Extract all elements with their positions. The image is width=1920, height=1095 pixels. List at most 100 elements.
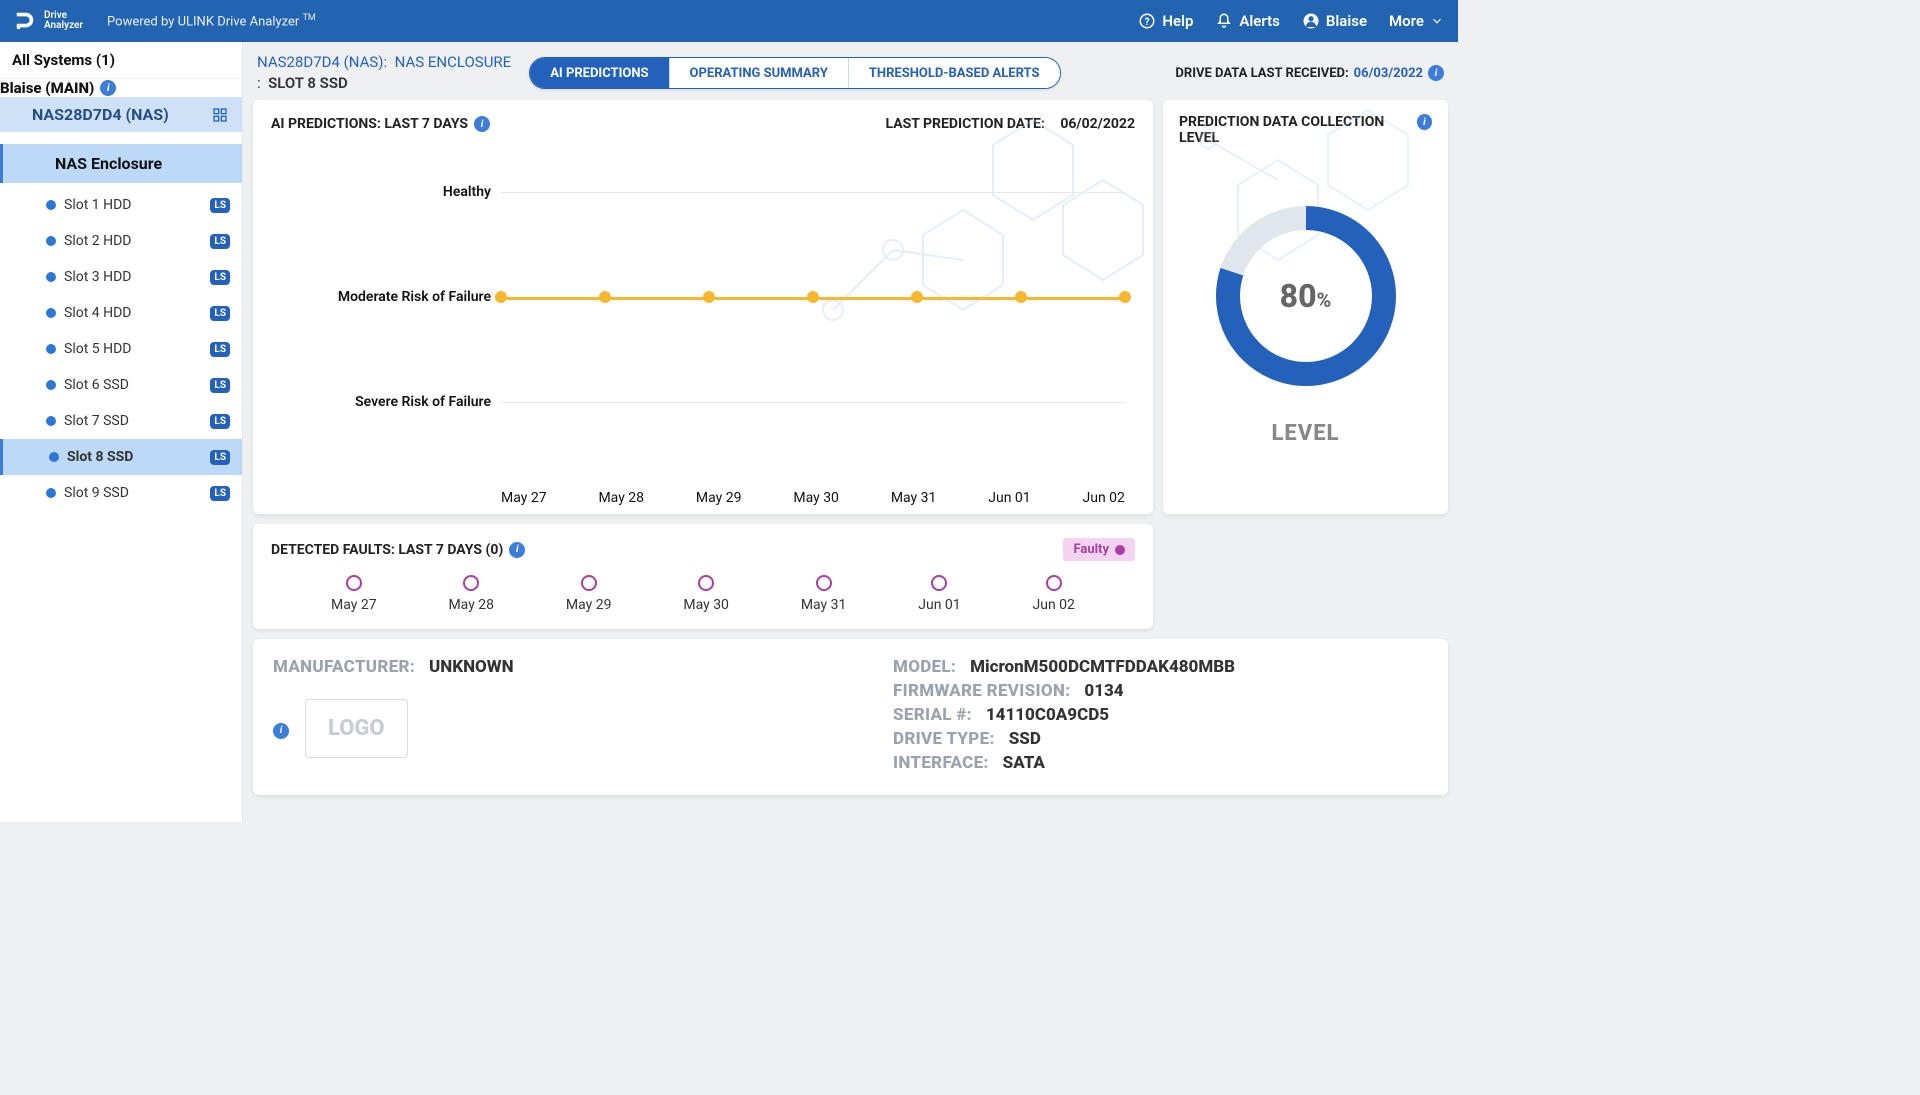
app-logo[interactable]: Drive Analyzer (14, 10, 83, 32)
sidebar-slot-item[interactable]: Slot 3 HDDLS (0, 259, 242, 295)
fault-day: Jun 02 (1033, 575, 1075, 613)
prediction-chart-xaxis: May 27May 28May 29May 30May 31Jun 01Jun … (271, 490, 1135, 506)
chart-xtick: May 27 (501, 490, 547, 506)
sidebar-slot-item[interactable]: Slot 9 SSD LS (0, 475, 242, 511)
nas-node[interactable]: NAS28D7D4 (NAS) (0, 97, 242, 132)
more-menu[interactable]: More (1389, 12, 1444, 30)
info-icon[interactable]: i (100, 80, 116, 96)
interface-value: SATA (1003, 753, 1045, 773)
chart-point (807, 291, 819, 303)
chart-ylabel: Moderate Risk of Failure (291, 289, 491, 305)
chart-xtick: Jun 02 (1083, 490, 1125, 506)
fault-marker-icon (463, 575, 479, 591)
slot-label: Slot 2 HDD (64, 233, 131, 249)
slot-label: Slot 6 SSD (64, 377, 129, 393)
level-word: LEVEL (1179, 421, 1432, 446)
powered-by: Powered by ULINK Drive Analyzer TM (107, 13, 316, 29)
slot-label: Slot 9 SSD (64, 485, 129, 501)
sidebar-slot-item[interactable]: Slot 6 SSD LS (0, 367, 242, 403)
slot-label: Slot 5 HDD (64, 341, 131, 357)
chart-ylabel: Severe Risk of Failure (291, 394, 491, 410)
chart-point (703, 291, 715, 303)
info-icon[interactable]: i (1417, 114, 1432, 130)
detected-faults-card: DETECTED FAULTS: LAST 7 DAYS (0) i Fault… (253, 524, 1153, 629)
info-icon[interactable]: i (1428, 65, 1444, 81)
fault-marker-icon (698, 575, 714, 591)
ls-badge: LS (210, 450, 230, 465)
help-link[interactable]: ? Help (1138, 12, 1193, 30)
fault-day: May 28 (448, 575, 494, 613)
faulty-legend: Faulty (1063, 538, 1135, 561)
main-owner-row[interactable]: Blaise (MAIN) i (0, 78, 242, 97)
chart-xtick: May 28 (598, 490, 644, 506)
info-icon[interactable]: i (474, 116, 490, 132)
sidebar-slot-item[interactable]: Slot 8 SSD LS (0, 439, 242, 475)
sidebar-slot-item[interactable]: Slot 2 HDDLS (0, 223, 242, 259)
tab-ai-predictions[interactable]: AI PREDICTIONS (530, 58, 668, 88)
tab-operating-summary[interactable]: OPERATING SUMMARY (669, 58, 848, 88)
app-logo-icon (14, 10, 36, 32)
tab-threshold-alerts[interactable]: THRESHOLD-BASED ALERTS (848, 58, 1060, 88)
topbar: Drive Analyzer Powered by ULINK Drive An… (0, 0, 1458, 42)
slot-label: Slot 7 SSD (64, 413, 129, 429)
user-menu[interactable]: Blaise (1302, 12, 1367, 30)
fault-day: May 31 (801, 575, 847, 613)
chart-point (495, 291, 507, 303)
serial-value: 14110C0A9CD5 (986, 705, 1109, 725)
status-dot-icon (46, 308, 56, 318)
enclosure-node[interactable]: NAS Enclosure (0, 144, 242, 183)
info-icon[interactable]: i (273, 723, 289, 739)
slot-label: Slot 3 HDD (64, 269, 131, 285)
pred-last-label: LAST PREDICTION DATE: (886, 116, 1045, 132)
ls-badge: LS (210, 414, 230, 429)
model-value: MicronM500DCMTFDDAK480MBB (970, 657, 1235, 677)
fault-marker-icon (346, 575, 362, 591)
sidebar-slot-item[interactable]: Slot 5 HDD LS (0, 331, 242, 367)
chart-point (911, 291, 923, 303)
sidebar-slot-item[interactable]: Slot 7 SSD LS (0, 403, 242, 439)
faults-chart: May 27May 28May 29May 30May 31Jun 01Jun … (271, 561, 1135, 613)
ls-badge: LS (210, 378, 230, 393)
fault-day: May 27 (331, 575, 377, 613)
breadcrumb-enclosure[interactable]: NAS ENCLOSURE (395, 53, 512, 71)
breadcrumb: NAS28D7D4 (NAS): NAS ENCLOSURE : SLOT 8 … (257, 52, 511, 94)
status-dot-icon (46, 488, 56, 498)
drivetype-value: SSD (1009, 729, 1041, 749)
bell-icon (1215, 12, 1233, 30)
chart-point (1119, 291, 1131, 303)
breadcrumb-nas[interactable]: NAS28D7D4 (NAS): (257, 53, 387, 71)
avatar-icon (1302, 12, 1320, 30)
manufacturer-label: MANUFACTURER: (273, 657, 415, 677)
alerts-link[interactable]: Alerts (1215, 12, 1280, 30)
ls-badge: LS (210, 486, 230, 501)
grid-icon[interactable] (212, 107, 228, 123)
ls-badge: LS (210, 342, 230, 357)
chart-xtick: May 30 (793, 490, 839, 506)
slot-label: Slot 8 SSD (67, 449, 133, 465)
status-dot-icon (46, 344, 56, 354)
slot-label: Slot 4 HDD (64, 305, 131, 321)
level-percent: 80 (1280, 277, 1317, 315)
chart-xtick: May 29 (696, 490, 742, 506)
breadcrumb-slot: SLOT 8 SSD (268, 74, 348, 92)
firmware-value: 0134 (1084, 681, 1123, 701)
faults-title: DETECTED FAULTS: LAST 7 DAYS (0) (271, 542, 503, 558)
chevron-down-icon (1430, 14, 1444, 28)
manufacturer-value: UNKNOWN (429, 657, 514, 677)
tab-group: AI PREDICTIONS OPERATING SUMMARY THRESHO… (529, 57, 1060, 89)
ls-badge: LS (210, 198, 230, 213)
prediction-chart: Healthy Moderate Risk of Failure Severe Ri… (271, 142, 1135, 482)
ls-badge: LS (210, 306, 230, 321)
sidebar-slot-item[interactable]: Slot 1 HDDLS (0, 187, 242, 223)
status-dot-icon (49, 452, 59, 462)
fault-day: May 30 (683, 575, 729, 613)
sidebar-slot-item[interactable]: Slot 4 HDD LS (0, 295, 242, 331)
svg-text:?: ? (1145, 17, 1150, 28)
fault-day: Jun 01 (918, 575, 960, 613)
chart-ylabel: Healthy (291, 184, 491, 200)
ai-predictions-card: AI PREDICTIONS: LAST 7 DAYS i LAST PREDI… (253, 100, 1153, 514)
all-systems-row[interactable]: All Systems (1) (0, 42, 242, 78)
info-icon[interactable]: i (509, 542, 525, 558)
status-dot-icon (46, 200, 56, 210)
sidebar: All Systems (1) Blaise (MAIN) i NAS28D7D… (0, 42, 243, 822)
